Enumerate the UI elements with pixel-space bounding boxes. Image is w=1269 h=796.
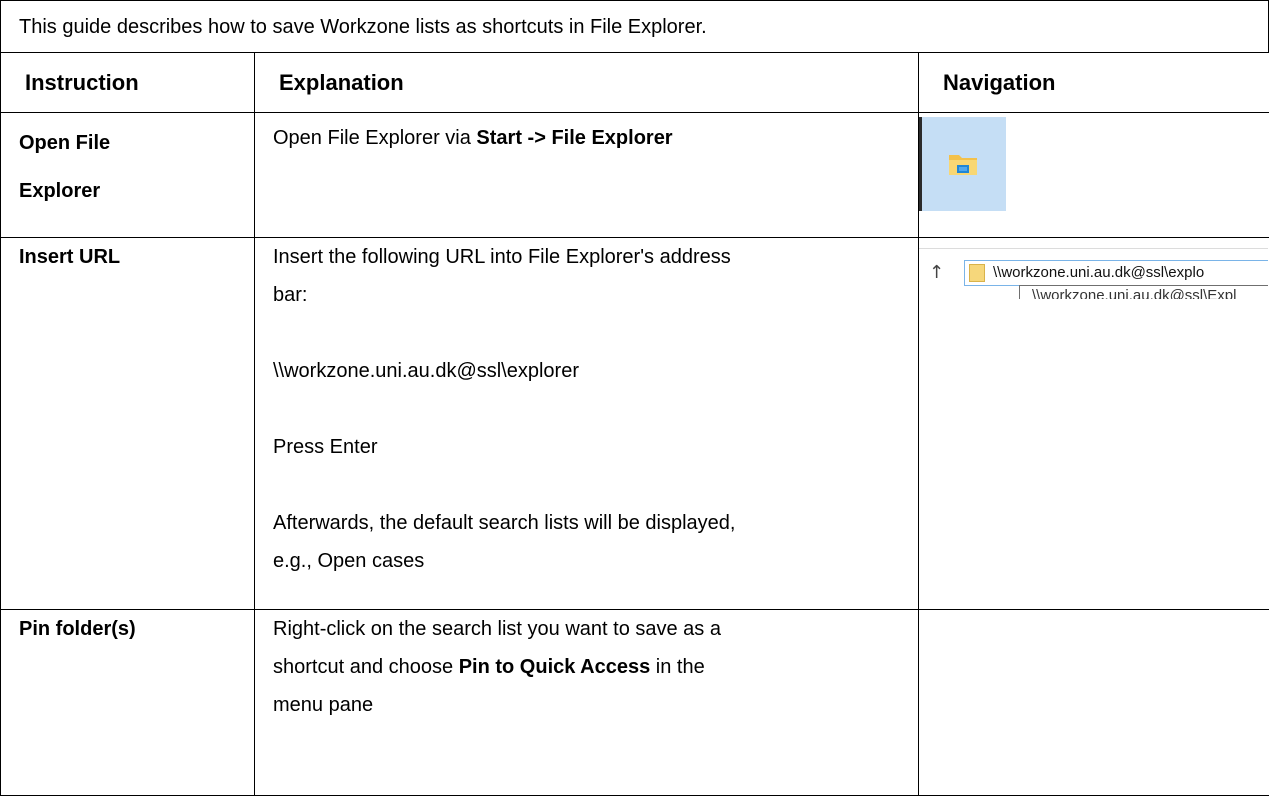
explanation-bold-text: Start -> File Explorer bbox=[476, 127, 672, 149]
instruction-cell: Open File Explorer bbox=[1, 113, 255, 238]
navigation-cell bbox=[919, 610, 1269, 796]
explanation-text: in the bbox=[650, 656, 704, 678]
address-bar: \\workzone.uni.au.dk@ssl\explo bbox=[964, 260, 1268, 286]
explanation-text: menu pane bbox=[273, 686, 918, 724]
explanation-text: Press Enter bbox=[273, 428, 918, 466]
explanation-text: shortcut and choose bbox=[273, 656, 459, 678]
instruction-label: Pin folder(s) bbox=[19, 610, 254, 648]
up-arrow-icon: ↑ bbox=[929, 262, 944, 284]
instruction-cell: Pin folder(s) bbox=[1, 610, 255, 796]
table-row: Open File Explorer Open File Explorer vi… bbox=[1, 113, 1269, 238]
table-header-row: Instruction Explanation Navigation bbox=[1, 53, 1269, 113]
explanation-text: Afterwards, the default search lists wil… bbox=[273, 504, 918, 542]
instruction-label: Open File bbox=[19, 119, 254, 167]
suggestion-text: \\workzone.uni.au.dk@ssl\Expl bbox=[1032, 287, 1237, 299]
header-explanation: Explanation bbox=[255, 53, 919, 113]
address-suggestion: \\workzone.uni.au.dk@ssl\Expl bbox=[1019, 285, 1268, 299]
instruction-label: Explorer bbox=[19, 167, 254, 215]
instruction-table: Instruction Explanation Navigation Open … bbox=[0, 52, 1269, 796]
folder-icon bbox=[969, 264, 985, 282]
table-row: Insert URL Insert the following URL into… bbox=[1, 238, 1269, 610]
explanation-text: e.g., Open cases bbox=[273, 542, 918, 580]
navigation-cell bbox=[919, 113, 1269, 238]
header-navigation: Navigation bbox=[919, 53, 1269, 113]
explanation-bold-text: Pin to Quick Access bbox=[459, 656, 651, 678]
explanation-text: Open File Explorer via bbox=[273, 127, 476, 149]
table-row: Pin folder(s) Right-click on the search … bbox=[1, 610, 1269, 796]
intro-text: This guide describes how to save Workzon… bbox=[0, 0, 1269, 52]
file-explorer-taskbar-button bbox=[919, 117, 1006, 211]
explanation-cell: Right-click on the search list you want … bbox=[255, 610, 919, 796]
address-text: \\workzone.uni.au.dk@ssl\explo bbox=[993, 263, 1204, 283]
address-bar-screenshot: ↑ \\workzone.uni.au.dk@ssl\explo \\workz… bbox=[919, 248, 1268, 310]
url-text: \\workzone.uni.au.dk@ssl\explorer bbox=[273, 352, 918, 390]
navigation-cell: ↑ \\workzone.uni.au.dk@ssl\explo \\workz… bbox=[919, 238, 1269, 610]
file-explorer-icon bbox=[948, 151, 978, 177]
explanation-text: Insert the following URL into File Explo… bbox=[273, 238, 918, 276]
explanation-cell: Open File Explorer via Start -> File Exp… bbox=[255, 113, 919, 238]
explanation-text: Right-click on the search list you want … bbox=[273, 610, 918, 648]
explanation-text: bar: bbox=[273, 276, 918, 314]
explanation-cell: Insert the following URL into File Explo… bbox=[255, 238, 919, 610]
header-instruction: Instruction bbox=[1, 53, 255, 113]
instruction-cell: Insert URL bbox=[1, 238, 255, 610]
guide-page: This guide describes how to save Workzon… bbox=[0, 0, 1269, 793]
instruction-label: Insert URL bbox=[19, 238, 254, 276]
